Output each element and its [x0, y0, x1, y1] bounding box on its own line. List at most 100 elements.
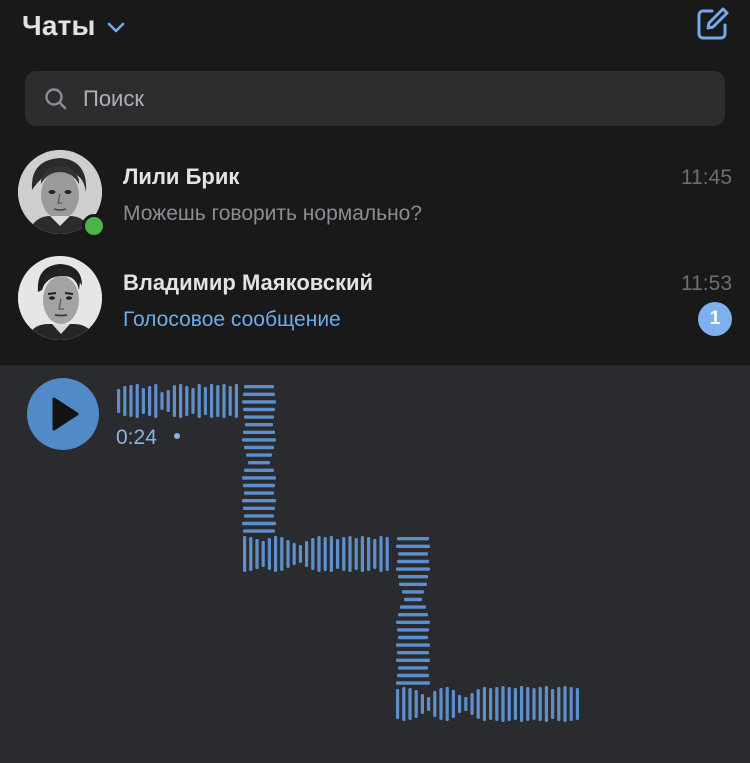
waveform-bar [397, 559, 429, 564]
waveform-bar [404, 597, 422, 602]
search-bar[interactable] [25, 71, 725, 126]
waveform-bar [439, 688, 443, 720]
waveform-bar [255, 539, 259, 569]
voice-message: 0:24 [0, 365, 750, 763]
chat-item-lili-brik[interactable]: Лили Брик Можешь говорить нормально? 11:… [0, 142, 750, 242]
waveform-bar [396, 620, 430, 624]
waveform-bar [135, 384, 139, 418]
waveform-bar [243, 483, 275, 488]
search-icon [45, 87, 67, 109]
waveform-bar [398, 613, 428, 617]
waveform-bar [551, 689, 555, 719]
waveform-bar [244, 514, 274, 518]
waveform-bar [397, 537, 429, 541]
waveform-bar [298, 545, 302, 563]
waveform-bar [563, 686, 567, 722]
waveform-bar [234, 384, 238, 418]
waveform-bar [160, 392, 164, 410]
waveform-bar [532, 688, 536, 720]
waveform-bar [243, 529, 275, 533]
waveform-bar [451, 690, 455, 718]
waveform-bar [329, 536, 333, 572]
waveform-bar [197, 384, 201, 418]
waveform-bar [172, 385, 176, 417]
chat-list-panel: Чаты Поиск Лили Брик Можешь говорить нор… [0, 0, 750, 365]
waveform-bar [396, 681, 430, 685]
waveform-bar [544, 686, 548, 722]
waveform-bar [396, 567, 430, 571]
waveform-bar [242, 438, 276, 442]
waveform-bar [242, 476, 276, 480]
chat-item-vladimir-mayakovsky[interactable]: Владимир Маяковский Голосовое сообщение … [0, 248, 750, 348]
waveform-bar [228, 386, 232, 416]
waveform[interactable] [0, 365, 750, 763]
waveform-bar [243, 392, 275, 396]
waveform-bar [414, 690, 418, 718]
waveform-bar [222, 384, 226, 418]
waveform-bar [398, 635, 428, 640]
waveform-bar [482, 687, 486, 721]
waveform-bar [402, 687, 406, 721]
waveform-bar [336, 539, 340, 569]
waveform-bar [557, 687, 561, 721]
header: Чаты [0, 0, 750, 60]
chat-name: Лили Брик [123, 164, 240, 189]
waveform-bar [489, 688, 493, 720]
compose-icon[interactable] [692, 4, 732, 44]
waveform-bar [433, 691, 437, 717]
waveform-bar [501, 686, 505, 722]
waveform-bar [317, 536, 321, 572]
waveform-bar [191, 388, 195, 414]
waveform-bar [246, 453, 272, 457]
waveform-bar [179, 384, 183, 418]
waveform-bar [311, 538, 315, 570]
waveform-bar [123, 386, 127, 416]
waveform-bar [323, 537, 327, 571]
waveform-bar [242, 400, 276, 404]
waveform-bar [396, 658, 430, 662]
waveform-bar [427, 697, 431, 711]
waveform-bar [249, 537, 253, 571]
waveform-bar [354, 538, 358, 570]
waveform-bar [305, 541, 309, 567]
chat-name: Владимир Маяковский [123, 270, 374, 295]
waveform-bar [248, 461, 270, 465]
waveform-bar [243, 430, 275, 434]
waveform-bar [261, 541, 265, 567]
chat-time: 11:53 [681, 272, 732, 295]
waveform-bar [396, 643, 430, 647]
waveform-bar [398, 552, 428, 556]
waveform-bar [397, 673, 429, 678]
waveform-bar [360, 536, 364, 572]
waveform-bar [117, 389, 121, 413]
waveform-bar [141, 388, 145, 414]
waveform-bar [203, 387, 207, 415]
waveform-bar [244, 445, 274, 450]
unread-badge: 1 [698, 302, 732, 336]
waveform-bar [397, 628, 429, 632]
waveform-bar [398, 575, 428, 579]
waveform-bar [210, 384, 214, 418]
waveform-bar [245, 423, 273, 427]
waveform-bar [464, 697, 468, 711]
waveform-bar [396, 689, 400, 719]
waveform-bar [458, 695, 462, 713]
waveform-bar [292, 543, 296, 565]
chat-last-message: Можешь говорить нормально? [123, 202, 423, 225]
waveform-bar [476, 689, 480, 719]
waveform-bar [216, 385, 220, 417]
waveform-bar [166, 390, 170, 412]
waveform-bar [569, 687, 573, 721]
search-input[interactable] [81, 84, 685, 113]
waveform-bar [399, 582, 427, 586]
waveform-bar [129, 385, 133, 417]
chats-title-dropdown[interactable]: Чаты [22, 10, 126, 42]
waveform-bar [243, 407, 275, 412]
waveform-bar [575, 688, 579, 720]
waveform-bar [538, 687, 542, 721]
waveform-bar [244, 415, 274, 419]
waveform-bar [445, 687, 449, 721]
waveform-bar [507, 687, 511, 721]
waveform-bar [348, 536, 352, 572]
chat-last-message: Голосовое сообщение [123, 308, 341, 331]
